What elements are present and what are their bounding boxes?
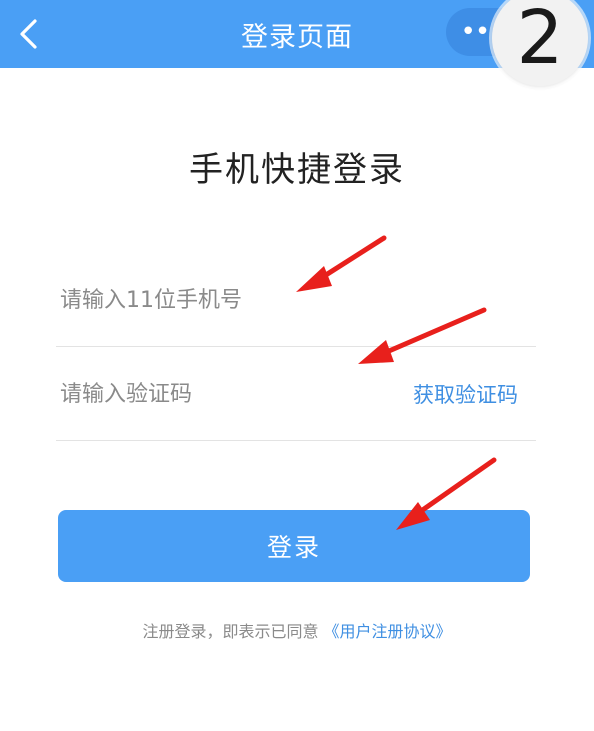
user-agreement-link[interactable]: 《用户注册协议》 [324,622,452,641]
login-button[interactable]: 登录 [58,510,530,582]
code-field-row: 获取验证码 [56,348,536,440]
verification-code-input[interactable] [56,348,400,440]
phone-field-divider [56,346,536,347]
agreement-text: 注册登录，即表示已同意 《用户注册协议》 [0,618,594,648]
page-heading: 手机快捷登录 [189,150,405,190]
phone-input[interactable] [56,254,400,346]
step-number-badge: 2 [492,0,588,86]
phone-field-row [56,254,536,346]
agreement-prefix: 注册登录，即表示已同意 [142,622,319,641]
get-code-button[interactable]: 获取验证码 [413,348,518,440]
code-field-divider [56,440,536,441]
